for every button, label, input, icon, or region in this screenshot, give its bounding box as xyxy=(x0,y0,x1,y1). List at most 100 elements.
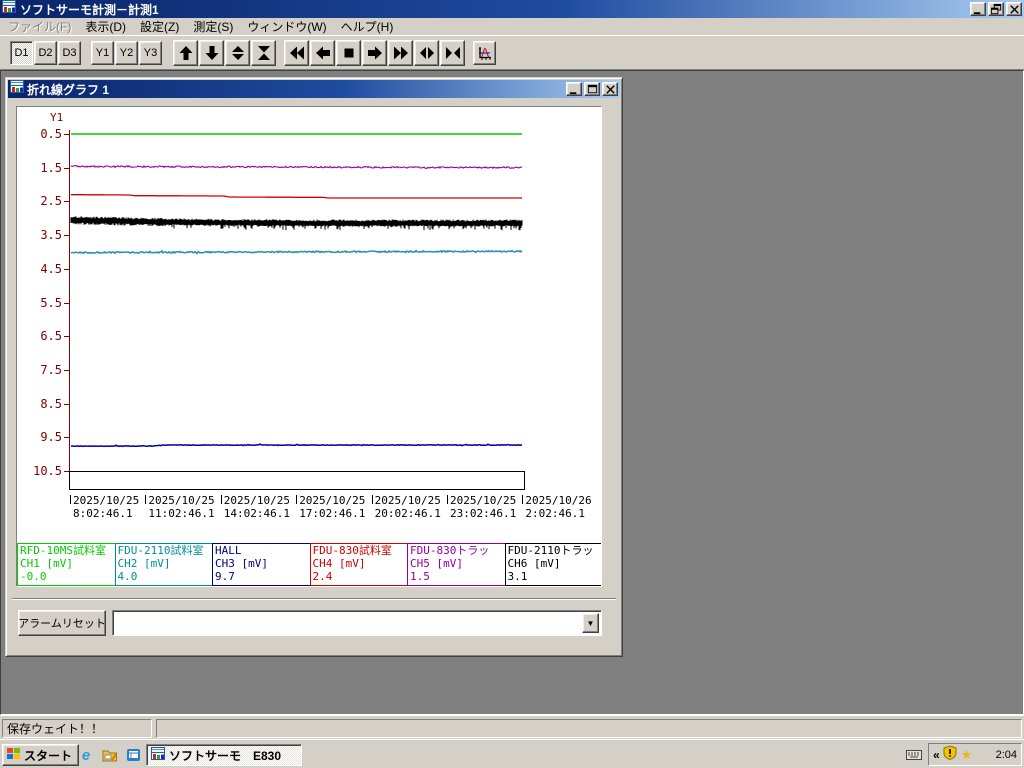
toolbar-button-d2[interactable]: D2 xyxy=(34,41,57,65)
expand-horizontal-button[interactable] xyxy=(414,40,439,66)
show-desktop-icon[interactable] xyxy=(100,745,120,765)
caption-buttons xyxy=(970,2,1022,16)
y-tick-label: 7.5 xyxy=(40,362,62,377)
y-tick-mark xyxy=(64,403,69,405)
fast-forward-icon xyxy=(393,46,408,60)
rewind-button[interactable] xyxy=(284,40,309,66)
toolbar-button-y3[interactable]: Y3 xyxy=(139,41,162,65)
legend-cell-ch5: FDU-830トラッ CH5 [mV] 1.5 xyxy=(407,543,506,586)
keyboard-icon xyxy=(906,750,922,760)
expand-vertical-icon xyxy=(231,46,244,60)
shield-icon[interactable] xyxy=(943,744,958,765)
keyboard-icon[interactable] xyxy=(906,747,922,768)
pane-divider xyxy=(12,598,616,600)
legend-cell-ch3: HALL CH3 [mV] 9.7 xyxy=(212,543,311,586)
close-icon xyxy=(605,84,615,94)
series-ch3 xyxy=(70,443,523,448)
fast-forward-button[interactable] xyxy=(388,40,413,66)
expand-vertical-button[interactable] xyxy=(225,40,250,66)
legend-channel: CH6 [mV] xyxy=(507,557,561,570)
app-icon xyxy=(151,746,165,764)
toolbar-button-y2[interactable]: Y2 xyxy=(115,41,138,65)
outlook-icon[interactable] xyxy=(124,745,144,765)
arrow-up-icon xyxy=(179,46,192,60)
menu-item[interactable]: ウィンドウ(W) xyxy=(240,17,333,36)
app-icon xyxy=(2,0,16,19)
ie-icon[interactable]: e xyxy=(76,745,96,765)
y-tick-mark xyxy=(64,302,69,304)
graph-window-title: 折れ線グラフ 1 xyxy=(27,82,110,97)
y-tick-mark xyxy=(64,201,69,203)
compress-vertical-button[interactable] xyxy=(251,40,276,66)
shield-icon xyxy=(943,744,957,760)
compress-horizontal-button[interactable] xyxy=(440,40,465,66)
main-titlebar: ソフトサーモ計測－計測1 xyxy=(0,0,1024,18)
windows-flag-icon xyxy=(6,746,21,764)
x-tick-time: 8:02:46.1 xyxy=(73,507,133,520)
graph-icon xyxy=(478,47,491,60)
x-tick-label: 2025/10/25 8:02:46.1 xyxy=(70,494,148,521)
alarm-combobox[interactable]: ▼ xyxy=(112,610,602,636)
x-tick-date: 2025/10/25 xyxy=(450,494,517,507)
legend-value: 3.1 xyxy=(507,570,528,583)
close-button[interactable] xyxy=(1006,2,1022,16)
y-tick-label: 2.5 xyxy=(40,194,62,209)
windows-flag-icon xyxy=(7,748,20,759)
legend-device-name: RFD-10MS試料室 xyxy=(20,544,106,557)
app-icon xyxy=(151,746,165,760)
graph-maximize-button[interactable] xyxy=(584,82,600,96)
arrow-left-icon xyxy=(315,46,330,60)
x-tick-time: 20:02:46.1 xyxy=(374,507,441,520)
y-tick-mark xyxy=(64,268,69,270)
chevron-left-icon[interactable]: « xyxy=(933,748,940,762)
arrow-down-button[interactable] xyxy=(199,40,224,66)
outlook-icon xyxy=(127,749,140,761)
compress-vertical-icon xyxy=(257,46,270,60)
arrow-up-button[interactable] xyxy=(173,40,198,66)
x-tick-date: 2025/10/25 xyxy=(374,494,441,507)
star-icon[interactable]: ★ xyxy=(961,748,973,761)
expand-horizontal-icon xyxy=(419,47,434,59)
arrow-left-button[interactable] xyxy=(310,40,335,66)
legend-device-name: FDU-2110試料室 xyxy=(117,544,204,557)
legend-device-name: FDU-2110トラッ xyxy=(507,544,594,557)
graph-close-button[interactable] xyxy=(602,82,618,96)
y-tick-mark xyxy=(64,336,69,338)
window-title: ソフトサーモ計測－計測1 xyxy=(20,2,159,17)
stop-button[interactable] xyxy=(336,40,361,66)
toolbar-button-d1[interactable]: D1 xyxy=(10,41,33,65)
taskbar-app-button[interactable]: ソフトサーモ E830 xyxy=(146,744,302,766)
y-tick-label: 5.5 xyxy=(40,295,62,310)
menu-item[interactable]: 測定(S) xyxy=(186,17,240,36)
time-range-box xyxy=(69,471,525,490)
y-axis-label: Y1 xyxy=(50,111,64,124)
graph-view-button[interactable] xyxy=(473,41,496,65)
menu-bar: ファイル(F) 表示(D) 設定(Z) 測定(S) ウィンドウ(W) ヘルプ(H) xyxy=(0,18,1024,36)
rewind-icon xyxy=(289,46,304,60)
minimize-icon xyxy=(973,11,980,14)
alarm-reset-button[interactable]: アラームリセット xyxy=(18,610,106,636)
x-tick-mark xyxy=(296,495,298,504)
app-icon xyxy=(2,0,16,13)
taskbar: スタート e ソフトサーモ E830 « ★ 2:04 xyxy=(0,739,1024,768)
start-button[interactable]: スタート xyxy=(2,744,80,766)
x-tick-time: 11:02:46.1 xyxy=(148,507,215,520)
series-ch5 xyxy=(70,164,522,170)
menu-item: ファイル(F) xyxy=(8,20,72,34)
toolbar-button-y1[interactable]: Y1 xyxy=(91,41,114,65)
stop-icon xyxy=(344,48,353,58)
graph-minimize-button[interactable] xyxy=(566,82,582,96)
x-tick-date: 2025/10/26 xyxy=(525,494,592,507)
menu-item[interactable]: 設定(Z) xyxy=(133,17,186,36)
menu-item[interactable]: ヘルプ(H) xyxy=(334,17,401,36)
x-tick-mark xyxy=(220,495,222,504)
toolbar-button-d3[interactable]: D3 xyxy=(58,41,81,65)
minimize-button[interactable] xyxy=(970,2,986,16)
menu-item[interactable]: 表示(D) xyxy=(78,17,133,36)
y-tick-mark xyxy=(64,437,69,439)
arrow-right-button[interactable] xyxy=(362,40,387,66)
dropdown-arrow-icon[interactable]: ▼ xyxy=(582,613,599,633)
x-tick-time: 17:02:46.1 xyxy=(299,507,366,520)
legend-value: 1.5 xyxy=(410,570,430,583)
restore-button[interactable] xyxy=(988,2,1004,16)
